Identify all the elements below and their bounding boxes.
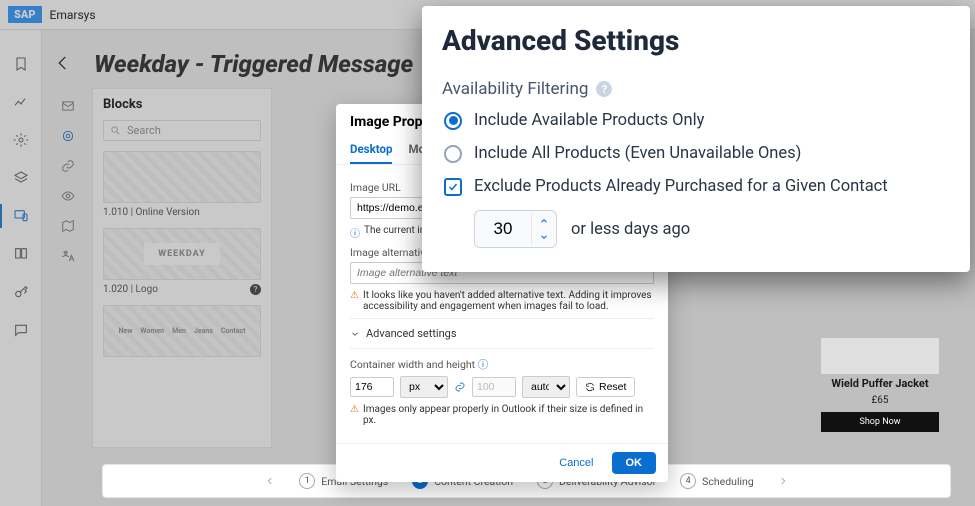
step-scheduling[interactable]: 4Scheduling: [680, 473, 754, 489]
option-label: Exclude Products Already Purchased for a…: [474, 177, 888, 196]
option-available-only[interactable]: Include Available Products Only: [442, 111, 950, 130]
spin-down-button[interactable]: [532, 229, 556, 245]
advanced-settings-toggle[interactable]: Advanced settings: [350, 318, 654, 349]
checkbox-checked-icon: [444, 178, 462, 196]
advanced-settings-title: Advanced Settings: [442, 24, 950, 57]
link-dimensions-icon[interactable]: [454, 381, 466, 393]
radio-selected-icon: [444, 112, 462, 130]
refresh-icon: [585, 382, 595, 392]
product-image-placeholder: [821, 338, 939, 374]
option-label: Include All Products (Even Unavailable O…: [474, 144, 801, 163]
chevron-down-icon: [350, 329, 360, 339]
tab-desktop[interactable]: Desktop: [350, 138, 392, 164]
reset-button[interactable]: Reset: [576, 377, 635, 397]
warn-note: ⚠It looks like you haven't added alterna…: [350, 290, 654, 312]
width-unit-select[interactable]: px: [400, 376, 448, 398]
spin-up-button[interactable]: [532, 213, 556, 229]
outlook-note: ⚠Images only appear properly in Outlook …: [350, 404, 654, 426]
option-label: Include Available Products Only: [474, 111, 704, 130]
chevron-right-icon[interactable]: [778, 476, 788, 486]
shop-now-button[interactable]: Shop Now: [821, 412, 939, 432]
radio-unselected-icon: [444, 145, 462, 163]
advanced-settings-modal: Advanced Settings Availability Filtering…: [422, 6, 970, 272]
days-ago-row: or less days ago: [474, 210, 950, 248]
option-exclude-purchased[interactable]: Exclude Products Already Purchased for a…: [442, 177, 950, 196]
option-include-all[interactable]: Include All Products (Even Unavailable O…: [442, 144, 950, 163]
product-price: £65: [821, 395, 939, 406]
product-name: Wield Puffer Jacket: [821, 378, 939, 391]
days-input[interactable]: [475, 211, 531, 247]
dimensions-label: Container width and height ⓘ: [350, 357, 654, 372]
availability-filtering-label: Availability Filtering ?: [442, 79, 950, 99]
height-unit-select[interactable]: auto: [522, 376, 570, 398]
ok-button[interactable]: OK: [612, 452, 657, 474]
help-icon[interactable]: ?: [596, 81, 612, 97]
width-input[interactable]: [350, 377, 394, 397]
image-properties-footer: Cancel OK: [336, 443, 668, 482]
days-spinbox[interactable]: [474, 210, 557, 248]
cancel-button[interactable]: Cancel: [549, 452, 603, 474]
product-preview-card: Wield Puffer Jacket £65 Shop Now: [821, 338, 939, 432]
dimensions-controls: px auto Reset: [350, 376, 654, 398]
chevron-left-icon[interactable]: [265, 476, 275, 486]
days-suffix: or less days ago: [571, 220, 690, 239]
height-input[interactable]: [472, 377, 516, 397]
